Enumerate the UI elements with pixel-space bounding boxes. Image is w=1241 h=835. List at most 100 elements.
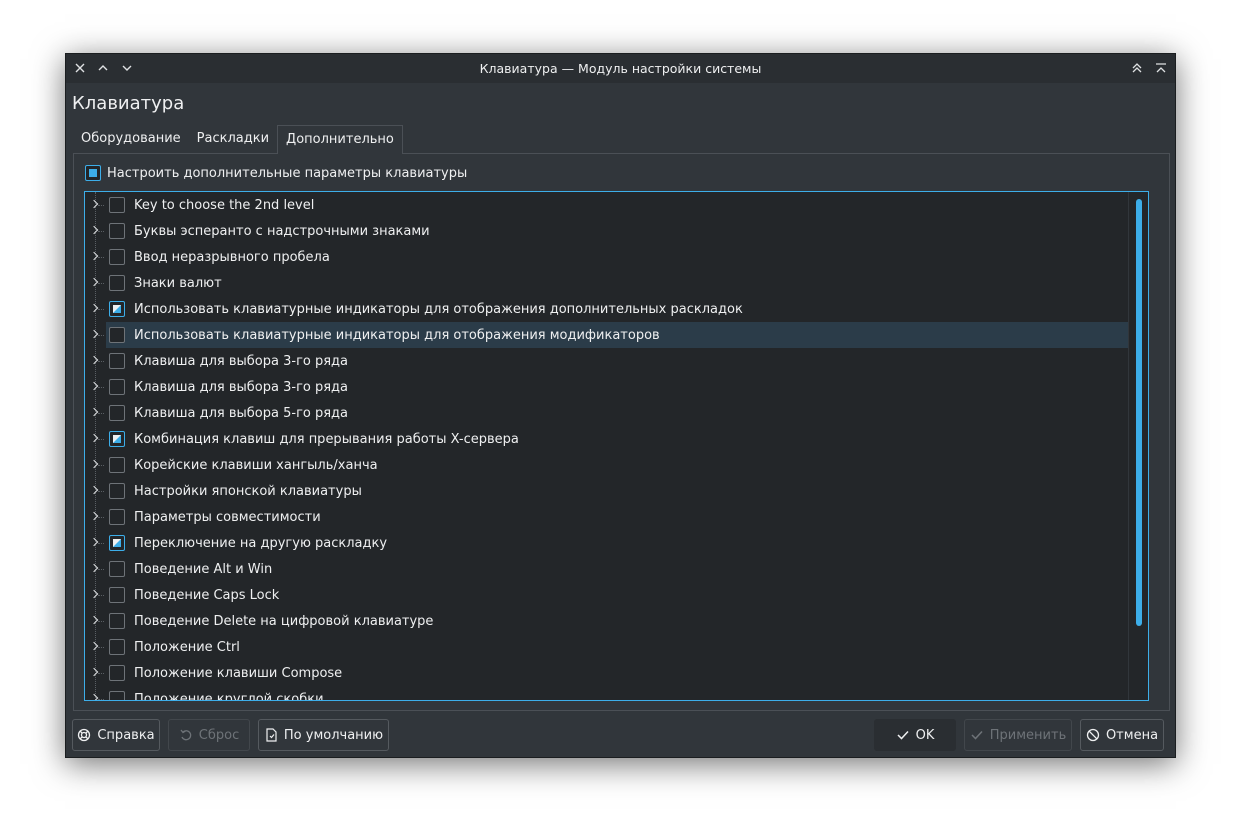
tree-item-label: Корейские клавиши хангыль/ханча bbox=[134, 457, 378, 473]
configure-options-checkbox[interactable] bbox=[85, 165, 101, 181]
tree-item-checkbox[interactable] bbox=[109, 249, 125, 265]
cancel-button-label: Отмена bbox=[1105, 727, 1159, 743]
tree-item-label: Поведение Caps Lock bbox=[134, 587, 280, 603]
tree-item[interactable]: Переключение на другую раскладку bbox=[85, 530, 1128, 556]
tree-item-checkbox[interactable] bbox=[109, 613, 125, 629]
defaults-button-label: По умолчанию bbox=[283, 727, 384, 743]
tree-item-checkbox[interactable] bbox=[109, 691, 125, 700]
help-lifebuoy-icon bbox=[77, 728, 91, 742]
tree-item-checkbox[interactable] bbox=[109, 327, 125, 343]
tree-item-checkbox[interactable] bbox=[109, 587, 125, 603]
page-title: Клавиатура bbox=[72, 93, 185, 114]
tree-item[interactable]: Ввод неразрывного пробела bbox=[85, 244, 1128, 270]
tree-item-label: Положение Ctrl bbox=[134, 639, 240, 655]
tree-item[interactable]: Клавиша для выбора 5-го ряда bbox=[85, 400, 1128, 426]
expand-chevron-icon[interactable] bbox=[85, 686, 106, 700]
tab-bar: Оборудование Раскладки Дополнительно bbox=[73, 125, 403, 154]
tree-item[interactable]: Положение круглой скобки bbox=[85, 686, 1128, 701]
tree-item-label: Поведение Alt и Win bbox=[134, 561, 273, 577]
tree-item-checkbox[interactable] bbox=[109, 665, 125, 681]
tree-item-label: Клавиша для выбора 5-го ряда bbox=[134, 405, 349, 421]
reset-button[interactable]: Сброс bbox=[168, 719, 250, 751]
tree-item-checkbox[interactable] bbox=[109, 639, 125, 655]
scrollbar[interactable] bbox=[1128, 192, 1148, 700]
expand-chevron-icon[interactable] bbox=[85, 270, 106, 296]
expand-chevron-icon[interactable] bbox=[85, 296, 106, 322]
tree-item[interactable]: Положение Ctrl bbox=[85, 634, 1128, 660]
tree-item[interactable]: Буквы эсперанто с надстрочными знаками bbox=[85, 218, 1128, 244]
tree-item-checkbox[interactable] bbox=[109, 431, 125, 447]
scrollbar-thumb[interactable] bbox=[1136, 199, 1142, 626]
tree-item[interactable]: Поведение Alt и Win bbox=[85, 556, 1128, 582]
expand-chevron-icon[interactable] bbox=[85, 582, 106, 608]
expand-chevron-icon[interactable] bbox=[85, 322, 106, 348]
expand-chevron-icon[interactable] bbox=[85, 400, 106, 426]
apply-button-label: Применить bbox=[989, 727, 1067, 743]
tree-item[interactable]: Клавиша для выбора 3-го ряда bbox=[85, 374, 1128, 400]
expand-chevron-icon[interactable] bbox=[85, 244, 106, 270]
ok-button[interactable]: OK bbox=[874, 719, 956, 751]
tree-item-checkbox[interactable] bbox=[109, 353, 125, 369]
tree-item[interactable]: Поведение Delete на цифровой клавиатуре bbox=[85, 608, 1128, 634]
expand-chevron-icon[interactable] bbox=[85, 504, 106, 530]
expand-chevron-icon[interactable] bbox=[85, 556, 106, 582]
tree-item-checkbox[interactable] bbox=[109, 223, 125, 239]
tree-item[interactable]: Использовать клавиатурные индикаторы для… bbox=[85, 296, 1128, 322]
expand-chevron-icon[interactable] bbox=[85, 478, 106, 504]
expand-chevron-icon[interactable] bbox=[85, 530, 106, 556]
window-title: Клавиатура — Модуль настройки системы bbox=[479, 61, 762, 76]
tree-item-checkbox[interactable] bbox=[109, 405, 125, 421]
tree-item[interactable]: Клавиша для выбора 3-го ряда bbox=[85, 348, 1128, 374]
tab-advanced[interactable]: Дополнительно bbox=[277, 125, 403, 154]
help-button[interactable]: Справка bbox=[72, 719, 160, 751]
tree-item-label: Настройки японской клавиатуры bbox=[134, 483, 362, 499]
settings-window: Клавиатура — Модуль настройки системы Кл… bbox=[65, 53, 1176, 758]
tree-item-checkbox[interactable] bbox=[109, 535, 125, 551]
tree-item-checkbox[interactable] bbox=[109, 561, 125, 577]
tree-item-checkbox[interactable] bbox=[109, 275, 125, 291]
tree-item[interactable]: Поведение Caps Lock bbox=[85, 582, 1128, 608]
tree-item-label: Поведение Delete на цифровой клавиатуре bbox=[134, 613, 434, 629]
defaults-button[interactable]: По умолчанию bbox=[258, 719, 389, 751]
reset-button-label: Сброс bbox=[198, 727, 240, 743]
tree-item-checkbox[interactable] bbox=[109, 301, 125, 317]
tree-item[interactable]: Положение клавиши Compose bbox=[85, 660, 1128, 686]
tree-item[interactable]: Комбинация клавиш для прерывания работы … bbox=[85, 426, 1128, 452]
tree-item-label: Положение круглой скобки bbox=[134, 691, 324, 701]
apply-button[interactable]: Применить bbox=[964, 719, 1072, 751]
expand-chevron-icon[interactable] bbox=[85, 374, 106, 400]
tree-item[interactable]: Настройки японской клавиатуры bbox=[85, 478, 1128, 504]
expand-chevron-icon[interactable] bbox=[85, 426, 106, 452]
expand-chevron-icon[interactable] bbox=[85, 608, 106, 634]
tree-item[interactable]: Корейские клавиши хангыль/ханча bbox=[85, 452, 1128, 478]
tree-item[interactable]: Знаки валют bbox=[85, 270, 1128, 296]
tree-item-checkbox[interactable] bbox=[109, 483, 125, 499]
tree-item-label: Использовать клавиатурные индикаторы для… bbox=[134, 301, 743, 317]
expand-chevron-icon[interactable] bbox=[85, 634, 106, 660]
expand-chevron-icon[interactable] bbox=[85, 660, 106, 686]
configure-options-toggle[interactable]: Настроить дополнительные параметры клави… bbox=[85, 165, 467, 181]
tree-item-label: Положение клавиши Compose bbox=[134, 665, 343, 681]
tree-item-label: Ввод неразрывного пробела bbox=[134, 249, 330, 265]
expand-chevron-icon[interactable] bbox=[85, 452, 106, 478]
keep-above-icon[interactable] bbox=[1128, 59, 1146, 77]
tab-hardware[interactable]: Оборудование bbox=[73, 125, 189, 154]
document-defaults-icon bbox=[264, 728, 278, 742]
shade-icon[interactable] bbox=[1152, 59, 1170, 77]
tree-item[interactable]: Использовать клавиатурные индикаторы для… bbox=[89, 322, 1128, 348]
tree-item-checkbox[interactable] bbox=[109, 197, 125, 213]
expand-chevron-icon[interactable] bbox=[85, 192, 106, 218]
tab-layouts[interactable]: Раскладки bbox=[189, 125, 277, 154]
tree-item-checkbox[interactable] bbox=[109, 379, 125, 395]
tree-item[interactable]: Key to choose the 2nd level bbox=[85, 192, 1128, 218]
cancel-button[interactable]: Отмена bbox=[1080, 719, 1164, 751]
expand-chevron-icon[interactable] bbox=[85, 218, 106, 244]
tree-item-checkbox[interactable] bbox=[109, 457, 125, 473]
tree-item-label: Клавиша для выбора 3-го ряда bbox=[134, 379, 349, 395]
expand-chevron-icon[interactable] bbox=[85, 348, 106, 374]
tree-item[interactable]: Параметры совместимости bbox=[85, 504, 1128, 530]
options-tree[interactable]: Key to choose the 2nd level Буквы эсперан… bbox=[84, 191, 1149, 701]
tree-item-label: Использовать клавиатурные индикаторы для… bbox=[134, 327, 660, 343]
tree-item-label: Клавиша для выбора 3-го ряда bbox=[134, 353, 349, 369]
tree-item-checkbox[interactable] bbox=[109, 509, 125, 525]
